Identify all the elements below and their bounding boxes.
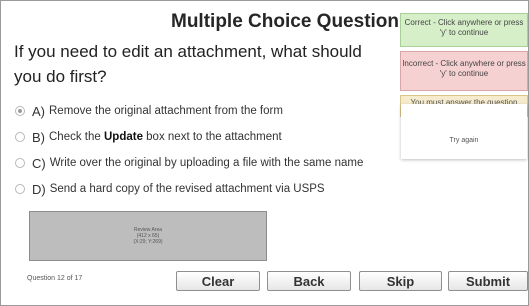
back-button[interactable]: Back <box>267 271 351 291</box>
option-c[interactable]: C) Write over the original by uploading … <box>15 150 363 176</box>
review-area: Review Area (412 x 65) (X:29; Y:269) <box>29 211 267 261</box>
incorrect-feedback-caption: Incorrect - Click anywhere or press 'y' … <box>400 51 528 91</box>
try-again-caption: Try again <box>401 104 527 159</box>
radio-button-icon[interactable] <box>15 184 25 194</box>
submit-button[interactable]: Submit <box>448 271 528 291</box>
option-text: Check the Update box next to the attachm… <box>49 131 282 143</box>
option-b[interactable]: B) Check the Update box next to the atta… <box>15 124 363 150</box>
option-d[interactable]: D) Send a hard copy of the revised attac… <box>15 176 363 202</box>
option-letter: D) <box>32 181 46 197</box>
clear-button[interactable]: Clear <box>176 271 260 291</box>
question-text: If you need to edit an attachment, what … <box>14 42 362 86</box>
quiz-slide: Multiple Choice Question If you need to … <box>0 0 529 306</box>
option-text-pre: Check the <box>49 131 104 143</box>
option-text: Write over the original by uploading a f… <box>49 157 364 169</box>
correct-feedback-caption: Correct - Click anywhere or press 'y' to… <box>400 13 528 47</box>
option-text-post: box next to the attachment <box>142 131 282 143</box>
slide-title: Multiple Choice Question <box>171 11 400 32</box>
option-letter: C) <box>32 155 46 171</box>
radio-button-icon[interactable] <box>15 132 25 142</box>
skip-button[interactable]: Skip <box>359 271 442 291</box>
option-letter: B) <box>32 129 45 145</box>
option-a[interactable]: A) Remove the original attachment from t… <box>15 98 363 124</box>
option-text-bold: Update <box>103 131 143 143</box>
answer-options: A) Remove the original attachment from t… <box>15 98 363 202</box>
option-letter: A) <box>32 103 45 119</box>
option-text: Remove the original attachment from the … <box>49 105 283 117</box>
option-text: Send a hard copy of the revised attachme… <box>49 183 325 195</box>
radio-button-icon[interactable] <box>15 106 25 116</box>
radio-button-icon[interactable] <box>15 158 25 168</box>
review-area-position: (X:29; Y:269) <box>133 239 163 245</box>
question-counter: Question 12 of 17 <box>27 275 83 282</box>
